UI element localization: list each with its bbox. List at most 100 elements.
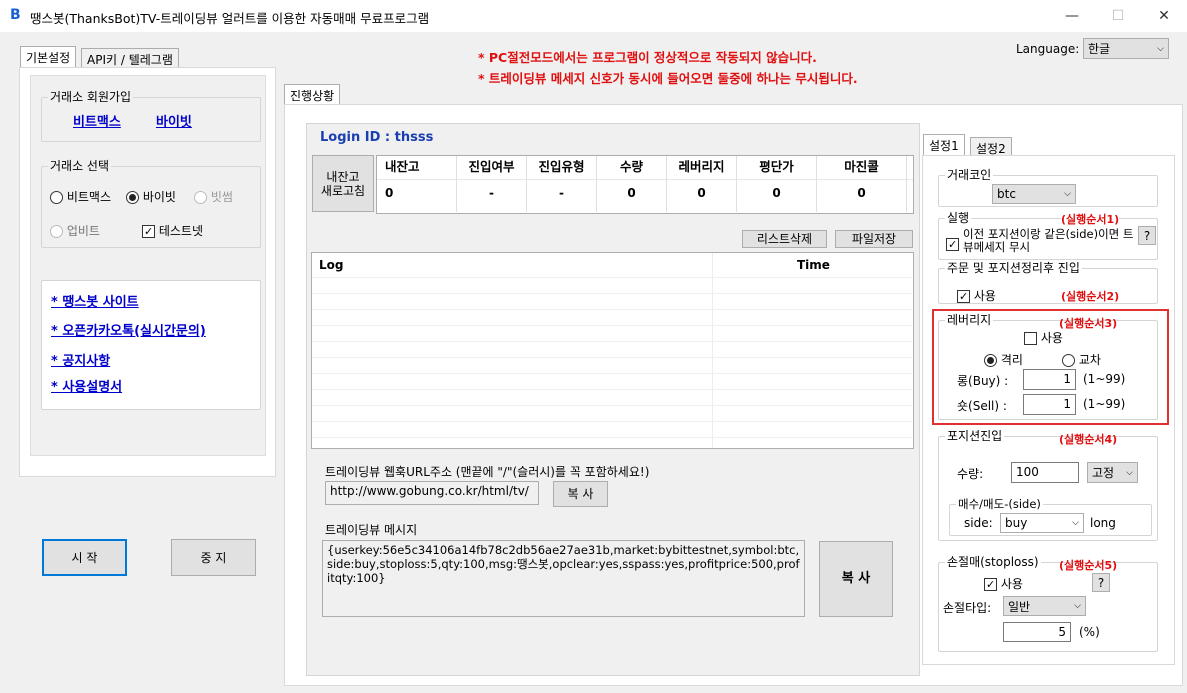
stoploss-use-checkbox[interactable]: 사용 <box>984 575 1023 592</box>
log-row <box>312 405 912 406</box>
message-field[interactable]: {userkey:56e5c34106a14fb78c2db56ae27ae31… <box>322 540 805 617</box>
log-row <box>312 437 912 438</box>
log-row <box>312 293 912 294</box>
long-label: 롱(Buy) : <box>957 374 1009 388</box>
stoploss-help-button[interactable]: ? <box>1092 573 1110 592</box>
leverage-col: 레버리지 0 <box>667 156 737 212</box>
testnet-label: 테스트넷 <box>158 224 203 238</box>
leverage-label: 레버리지 <box>945 313 994 327</box>
entry-after-group: 주문 및 포지션정리후 진입 사용 (실행순서2) <box>938 261 1158 304</box>
radio-cross[interactable]: 교차 <box>1062 351 1101 368</box>
signup-bitmex-link[interactable]: 비트맥스 <box>73 111 121 130</box>
tab-settings1[interactable]: 설정1 <box>923 134 965 156</box>
entry-header: 진입여부 <box>468 159 515 174</box>
radio-isolated[interactable]: 격리 <box>984 351 1023 368</box>
tab-api-telegram[interactable]: API키 / 텔레그램 <box>81 48 179 68</box>
testnet-checkbox[interactable]: 테스트넷 <box>142 222 203 239</box>
message-label: 트레이딩뷰 메시지 <box>325 523 418 537</box>
side-group-label: 매수/매도-(side) <box>956 497 1043 511</box>
coin-select[interactable]: btc ⌵ <box>992 184 1076 204</box>
tab-basic-settings[interactable]: 기본설정 <box>20 46 77 68</box>
log-list[interactable]: Log Time <box>311 252 914 449</box>
short-range: (1~99) <box>1083 397 1126 411</box>
radio-bitmex-label: 비트맥스 <box>66 190 111 204</box>
radio-bitmex[interactable]: 비트맥스 <box>50 188 111 205</box>
stoploss-type-label: 손절타입: <box>943 601 992 615</box>
radio-upbit-label: 업비트 <box>66 224 100 238</box>
radio-upbit[interactable]: 업비트 <box>50 222 100 239</box>
long-leverage-input[interactable]: 1 <box>1023 369 1076 390</box>
side-after-label: long <box>1090 516 1116 530</box>
link-notice[interactable]: * 공지사항 <box>51 350 110 369</box>
signup-bybit-link[interactable]: 바이빗 <box>156 111 192 130</box>
refresh-balance-button[interactable]: 내잔고 새로고침 <box>312 155 374 212</box>
qty-label: 수량: <box>957 467 984 481</box>
log-column-header: Log <box>319 258 344 272</box>
webhook-copy-button[interactable]: 복 사 <box>553 481 608 507</box>
side-select[interactable]: buy ⌵ <box>1000 513 1084 533</box>
minimize-button[interactable]: — <box>1049 0 1095 32</box>
coin-group: 거래코인 btc ⌵ <box>938 168 1158 207</box>
maximize-button[interactable]: ☐ <box>1095 0 1141 32</box>
stoploss-type-select[interactable]: 일반 ⌵ <box>1003 596 1086 616</box>
qty-col: 수량 0 <box>597 156 667 212</box>
short-leverage-input[interactable]: 1 <box>1023 394 1076 415</box>
radio-bybit-label: 바이빗 <box>142 190 176 204</box>
stoploss-group: 손절매(stoploss) (실행순서5) 사용 ? 손절타입: 일반 ⌵ 5 (… <box>938 555 1158 652</box>
entry-col: 진입여부 - <box>457 156 527 212</box>
window-title: 땡스봇(ThanksBot)TV-트레이딩뷰 얼러트를 이용한 자동매매 무료프… <box>30 11 430 26</box>
qty-type-select[interactable]: 고정 ⌵ <box>1087 462 1138 483</box>
language-select[interactable]: 한글 ⌵ <box>1083 38 1169 59</box>
side-label: side: <box>964 516 993 530</box>
start-button[interactable]: 시 작 <box>42 539 127 576</box>
entry-after-checkbox[interactable]: 사용 <box>957 287 996 304</box>
chevron-down-icon: ⌵ <box>1126 467 1133 478</box>
log-row <box>312 341 912 342</box>
leverage-use-label: 사용 <box>1040 331 1063 345</box>
radio-circle <box>126 191 139 204</box>
qty-type-value: 고정 <box>1092 466 1115 480</box>
column-divider <box>712 253 713 448</box>
entry-after-order: (실행순서2) <box>1061 290 1120 303</box>
title-bar: B 땡스봇(ThanksBot)TV-트레이딩뷰 얼러트를 이용한 자동매매 무… <box>0 0 1187 32</box>
exchange-group: 거래소 선택 비트맥스 바이빗 빗썸 업비트 테스트넷 <box>41 159 261 248</box>
tab-progress[interactable]: 진행상황 <box>284 84 341 106</box>
entry-type-header: 진입유형 <box>538 159 585 174</box>
position-group: 포지션진입 (실행순서4) 수량: 100 고정 ⌵ 매수/매도-(side) s… <box>938 429 1158 541</box>
position-order: (실행순서4) <box>1059 433 1118 446</box>
stoploss-percent-input[interactable]: 5 <box>1003 622 1071 642</box>
log-row <box>312 389 912 390</box>
log-row <box>312 325 912 326</box>
link-manual[interactable]: * 사용설명서 <box>51 376 122 395</box>
signup-label: 거래소 회원가입 <box>48 90 134 104</box>
signup-group: 거래소 회원가입 비트맥스 바이빗 <box>41 90 261 142</box>
link-openkakao[interactable]: * 오픈카카오톡(실시간문의) <box>51 320 206 339</box>
check-icon <box>984 578 997 591</box>
balance-value: 0 <box>385 186 394 200</box>
notice-signal: * 트레이딩뷰 메세지 신호가 동시에 들어오면 둘중에 하나는 무시됩니다. <box>478 71 858 86</box>
file-save-button[interactable]: 파일저장 <box>835 230 913 248</box>
message-copy-button[interactable]: 복 사 <box>819 541 893 617</box>
leverage-use-checkbox[interactable]: 사용 <box>1024 329 1063 346</box>
side-group: 매수/매도-(side) side: buy ⌵ long <box>949 497 1152 536</box>
radio-bithumb[interactable]: 빗썸 <box>194 188 233 205</box>
log-row <box>312 373 912 374</box>
stop-button[interactable]: 중 지 <box>171 539 256 576</box>
margin-call-header: 마진콜 <box>844 159 879 174</box>
radio-bybit[interactable]: 바이빗 <box>126 188 176 205</box>
tab-settings2[interactable]: 설정2 <box>970 137 1012 157</box>
radio-circle <box>50 191 63 204</box>
run-ignore-checkbox[interactable] <box>946 238 959 251</box>
webhook-url-field[interactable]: http://www.gobung.co.kr/html/tv/ <box>325 481 539 505</box>
language-value: 한글 <box>1088 42 1111 56</box>
link-site[interactable]: * 땡스봇 사이트 <box>51 291 139 310</box>
stoploss-unit: (%) <box>1079 625 1100 639</box>
stoploss-order: (실행순서5) <box>1059 559 1118 572</box>
qty-input[interactable]: 100 <box>1011 462 1079 483</box>
run-help-button[interactable]: ? <box>1138 226 1156 245</box>
list-delete-button[interactable]: 리스트삭제 <box>742 230 827 248</box>
stoploss-use-label: 사용 <box>1000 577 1023 591</box>
checkbox-box <box>1024 332 1037 345</box>
close-button[interactable]: ✕ <box>1141 0 1187 32</box>
position-label: 포지션진입 <box>945 429 1005 443</box>
